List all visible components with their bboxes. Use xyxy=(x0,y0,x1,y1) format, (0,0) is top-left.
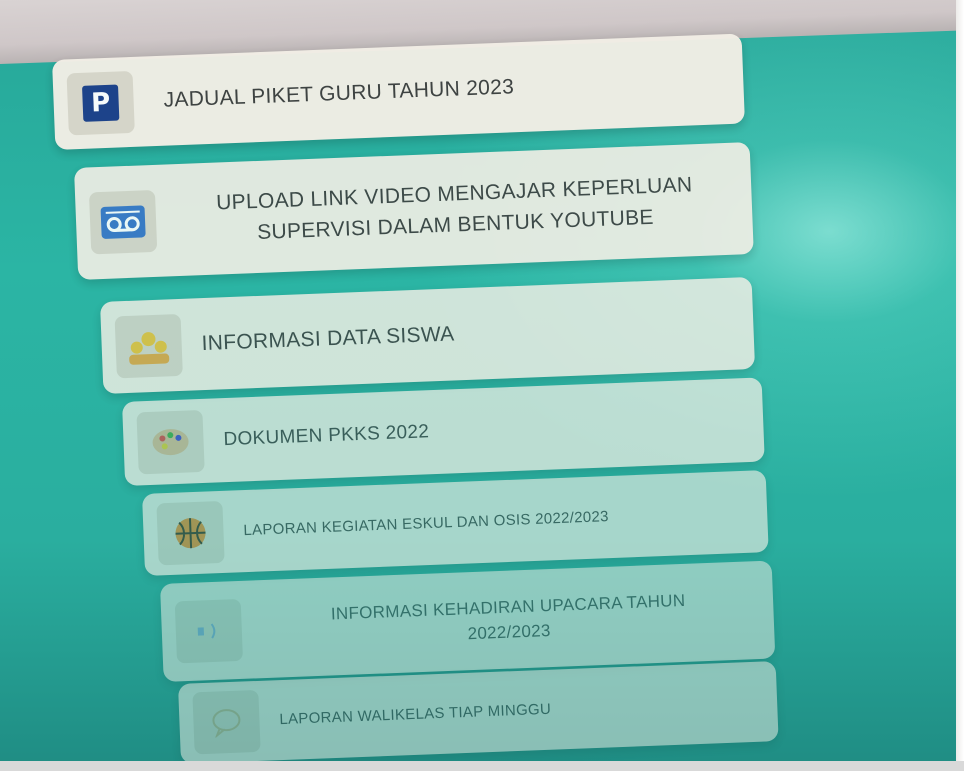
menu-item-label: LAPORAN WALIKELAS TIAP MINGGU xyxy=(279,700,552,728)
menu-item-laporan-eskul-osis[interactable]: LAPORAN KEGIATAN ESKUL DAN OSIS 2022/202… xyxy=(142,470,769,576)
menu-item-label: INFORMASI DATA SISWA xyxy=(201,322,455,356)
icon-box: P xyxy=(66,70,135,136)
audio-icon xyxy=(197,623,216,639)
menu-item-upload-link-video[interactable]: UPLOAD LINK VIDEO MENGAJAR KEPERLUAN SUP… xyxy=(74,142,754,280)
menu-item-label: LAPORAN KEGIATAN ESKUL DAN OSIS 2022/202… xyxy=(243,507,610,539)
icon-box xyxy=(114,313,183,379)
screen: P JADUAL PIKET GURU TAHUN 2023 UPLOAD LI… xyxy=(0,0,964,771)
menu-item-label: DOKUMEN PKKS 2022 xyxy=(223,420,430,450)
menu-item-dokumen-pkks[interactable]: DOKUMEN PKKS 2022 xyxy=(122,377,765,486)
menu-item-label: INFORMASI KEHADIRAN UPACARA TAHUN 2022/2… xyxy=(330,590,686,644)
menu-item-informasi-data-siswa[interactable]: INFORMASI DATA SISWA xyxy=(100,276,756,394)
basketball-icon xyxy=(175,518,206,549)
icon-box xyxy=(174,598,244,664)
icon-box xyxy=(88,189,158,255)
icon-box xyxy=(192,689,261,755)
monitor-bezel-right xyxy=(956,0,964,771)
voicemail-tape-icon xyxy=(100,205,146,239)
speech-bubble-icon xyxy=(212,709,241,738)
icon-box xyxy=(156,500,225,566)
students-group-icon xyxy=(129,332,170,365)
menu-item-jadual-piket[interactable]: P JADUAL PIKET GURU TAHUN 2023 xyxy=(52,33,745,150)
menu-item-label: JADUAL PIKET GURU TAHUN 2023 xyxy=(163,75,515,112)
p-parking-icon: P xyxy=(82,84,120,122)
palette-icon xyxy=(152,429,189,456)
menu-list: P JADUAL PIKET GURU TAHUN 2023 UPLOAD LI… xyxy=(0,0,964,771)
menu-item-label: UPLOAD LINK VIDEO MENGAJAR KEPERLUAN SUP… xyxy=(215,172,693,245)
monitor-bezel-bottom xyxy=(0,761,964,771)
icon-box xyxy=(136,409,205,475)
